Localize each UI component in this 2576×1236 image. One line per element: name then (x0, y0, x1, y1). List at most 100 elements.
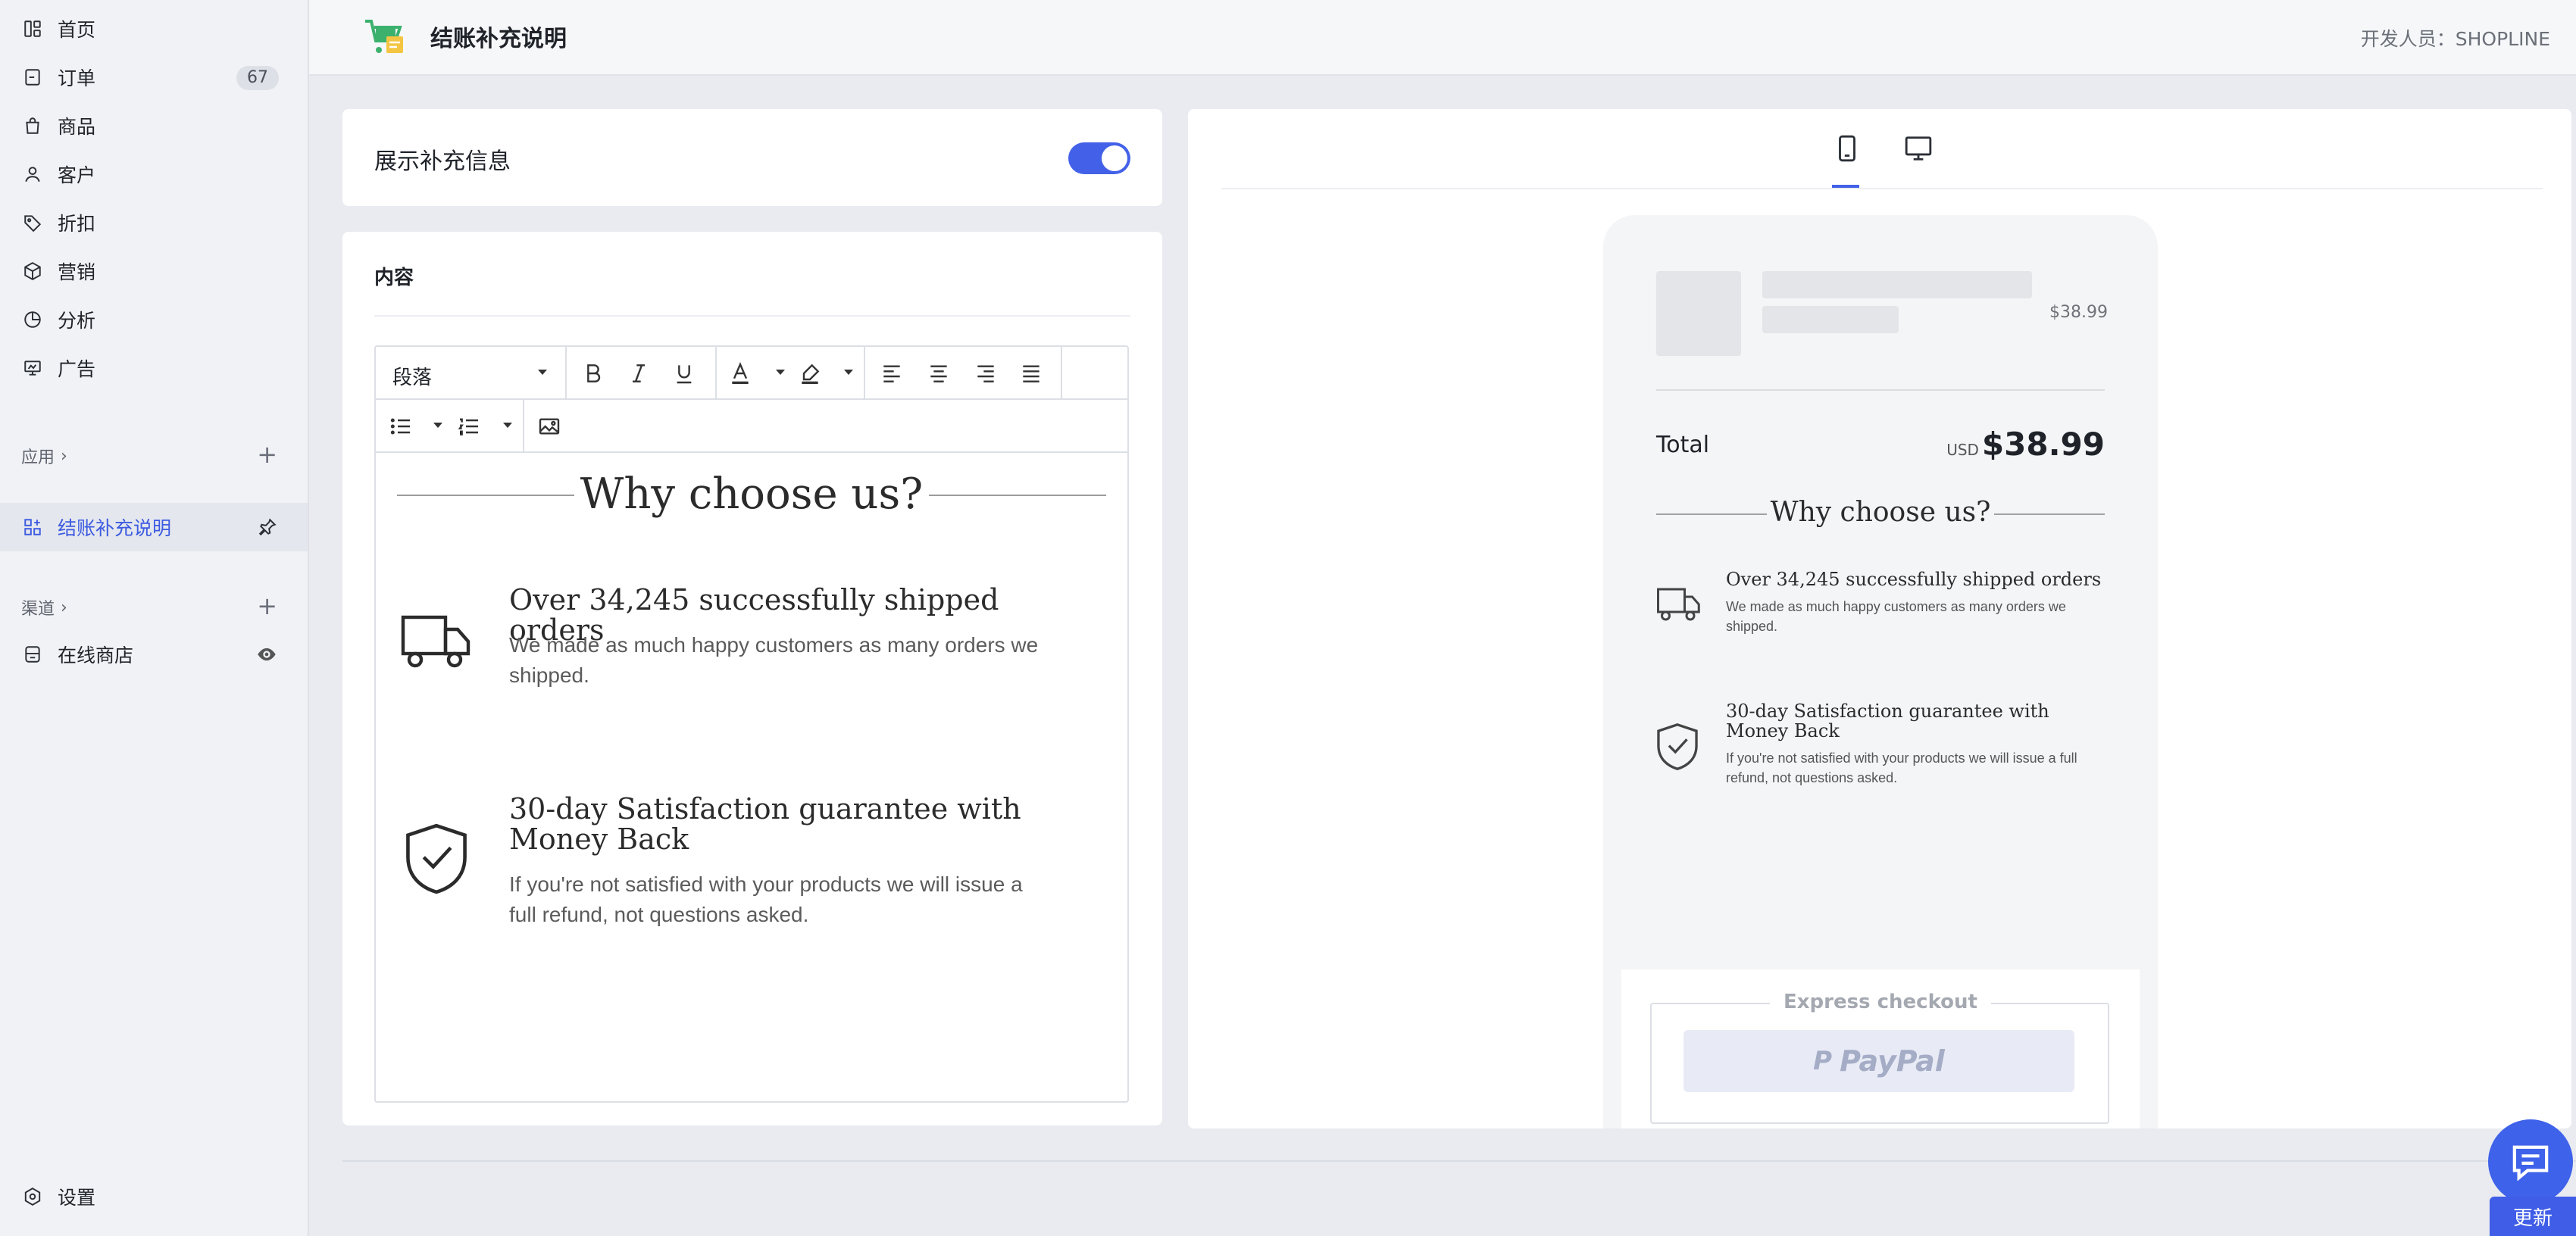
chevron-down-icon[interactable] (844, 370, 853, 375)
sidebar-item-ads[interactable]: 广告 (0, 344, 308, 392)
sidebar-item-marketing[interactable]: 营销 (0, 247, 308, 295)
feature-title: 30-day Satisfaction guarantee with Money… (1726, 701, 2049, 741)
bullet-list-icon[interactable] (388, 414, 414, 439)
sidebar-item-home[interactable]: 首页 (0, 5, 308, 53)
paypal-icon: P (1813, 1046, 1833, 1076)
numbered-list-icon[interactable] (456, 414, 482, 439)
divider (1221, 188, 2543, 189)
tag-icon (23, 213, 42, 233)
truck-icon (401, 615, 470, 668)
mobile-preview: $38.99 Total USD$38.99 Why choose us? Ov… (1603, 215, 2158, 1128)
chevron-right-icon: › (61, 598, 67, 617)
update-button[interactable]: 更新 (2490, 1197, 2576, 1236)
editor-toolbar-row-1: 段落 (376, 347, 1127, 400)
divider (374, 315, 1130, 317)
feature-desc: If you're not satisfied with your produc… (1726, 751, 2077, 785)
feature-title: 30-day Satisfaction guarantee with Money… (509, 792, 1021, 856)
gear-icon (23, 1187, 42, 1206)
page-title: 结账补充说明 (430, 26, 567, 52)
sidebar-item-label: 分析 (58, 310, 96, 332)
editor-content[interactable]: Why choose us? Over 34,245 successfully … (376, 453, 1127, 1101)
align-right-icon[interactable] (973, 360, 999, 386)
order-icon (23, 67, 42, 87)
cart-logo-icon (365, 20, 403, 53)
underline-button[interactable] (671, 360, 697, 386)
product-variant-placeholder (1762, 306, 1899, 333)
toggle-knob (1102, 145, 1127, 171)
sidebar-item-checkout-notes[interactable]: 结账补充说明 (0, 503, 308, 551)
editor-toolbar-row-2 (376, 400, 1127, 453)
sidebar-item-discounts[interactable]: 折扣 (0, 198, 308, 247)
sidebar-item-label: 营销 (58, 261, 96, 283)
content-label: 内容 (374, 267, 414, 289)
dashboard-icon (23, 19, 42, 39)
chevron-down-icon[interactable] (776, 370, 785, 375)
show-info-card: 展示补充信息 (342, 109, 1162, 206)
chevron-right-icon: › (61, 446, 67, 466)
preview-heading: Why choose us? (1770, 497, 1991, 528)
paragraph-select[interactable]: 段落 (392, 362, 432, 390)
ad-icon (23, 358, 42, 378)
highlight-icon[interactable] (797, 360, 823, 386)
person-icon (23, 164, 42, 184)
paypal-button[interactable]: P PayPal (1683, 1030, 2074, 1092)
align-justify-icon[interactable] (1018, 360, 1044, 386)
express-checkout-section: Express checkout P PayPal (1621, 969, 2140, 1128)
chat-button[interactable] (2488, 1119, 2573, 1204)
desktop-icon (1905, 136, 1932, 161)
pin-icon[interactable] (258, 517, 277, 537)
cube-icon (23, 261, 42, 281)
rich-text-editor[interactable]: 段落 Why choose us? Over 34,245 successful… (374, 345, 1129, 1103)
sidebar-item-customers[interactable]: 客户 (0, 150, 308, 198)
truck-icon (1657, 588, 1700, 621)
chat-icon (2512, 1145, 2549, 1181)
show-info-toggle[interactable] (1068, 142, 1130, 174)
sidebar-item-label: 客户 (58, 164, 96, 186)
item-price: $38.99 (2049, 303, 2108, 322)
express-checkout-label: Express checkout (1621, 991, 2140, 1013)
sidebar-item-orders[interactable]: 订单 67 (0, 53, 308, 101)
apps-section-label[interactable]: 应用 › (21, 444, 67, 468)
channels-section-label[interactable]: 渠道 › (21, 595, 67, 620)
add-channel-button[interactable]: + (257, 594, 277, 618)
image-icon[interactable] (536, 414, 562, 439)
apps-icon (23, 517, 42, 537)
sidebar-item-online-store[interactable]: 在线商店 (0, 630, 308, 679)
sidebar-item-products[interactable]: 商品 (0, 101, 308, 150)
divider (342, 1160, 2576, 1162)
sidebar-item-analytics[interactable]: 分析 (0, 295, 308, 344)
page-header: 结账补充说明 开发人员：SHOPLINE (309, 0, 2576, 76)
align-left-icon[interactable] (879, 360, 905, 386)
add-app-button[interactable]: + (257, 442, 277, 467)
sidebar-item-label: 商品 (58, 116, 96, 138)
sidebar-item-label: 结账补充说明 (58, 517, 172, 539)
chevron-down-icon[interactable] (433, 423, 442, 428)
sidebar-item-label: 折扣 (58, 213, 96, 235)
shield-check-icon (406, 823, 467, 894)
chevron-down-icon[interactable] (503, 423, 512, 428)
feature-title: Over 34,245 successfully shipped orders (1726, 569, 2102, 590)
sidebar-item-label: 广告 (58, 358, 96, 380)
developer-label: 开发人员：SHOPLINE (2360, 28, 2550, 50)
feature-desc: We made as much happy customers as many … (1726, 599, 2066, 634)
font-color-icon[interactable] (727, 360, 753, 386)
shield-check-icon (1657, 723, 1698, 770)
content-card: 内容 段落 Why choose us? Over 34,245 success… (342, 232, 1162, 1125)
sidebar-item-settings[interactable]: 设置 (0, 1172, 308, 1221)
show-info-label: 展示补充信息 (374, 148, 511, 175)
product-image-placeholder (1656, 271, 1741, 356)
tab-desktop[interactable] (1903, 132, 1934, 165)
align-center-icon[interactable] (926, 360, 952, 386)
feature-desc: If you're not satisfied with your produc… (509, 872, 1023, 926)
eye-icon[interactable] (256, 645, 277, 663)
chevron-down-icon[interactable] (538, 370, 547, 375)
bold-button[interactable] (580, 360, 606, 386)
total-label: Total (1656, 432, 1710, 458)
feature-desc: We made as much happy customers as many … (509, 633, 1039, 687)
sidebar-item-label: 设置 (58, 1187, 96, 1209)
sidebar: 首页 订单 67 商品 客户 折扣 营销 分析 广告 应用 › + 结账补充说明… (0, 0, 309, 1236)
pie-icon (23, 310, 42, 329)
italic-button[interactable] (626, 360, 652, 386)
tab-mobile[interactable] (1832, 132, 1862, 165)
mobile-icon (1839, 135, 1855, 162)
